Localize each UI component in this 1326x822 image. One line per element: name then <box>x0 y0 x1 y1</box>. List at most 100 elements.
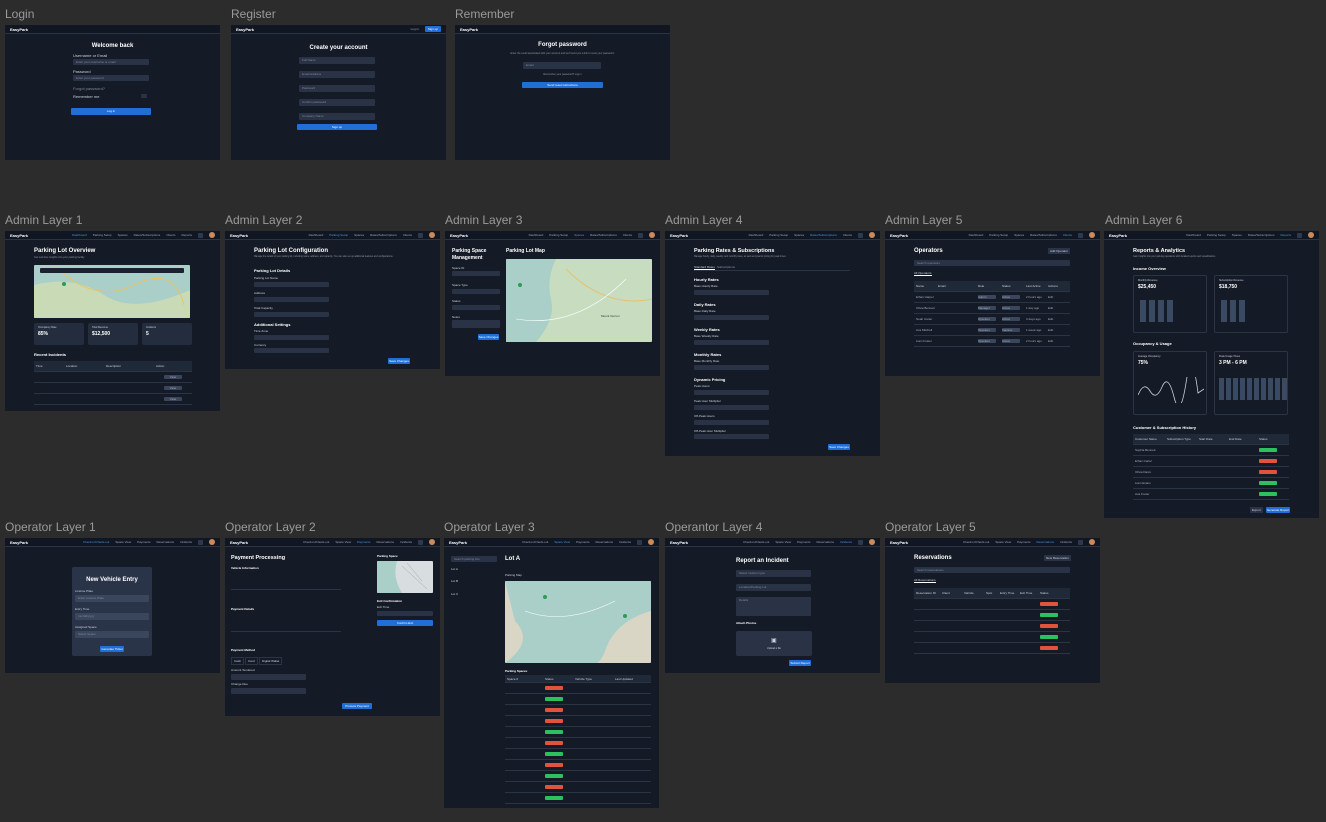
nav-clients[interactable]: Clients <box>623 233 632 237</box>
nav-payments[interactable]: Payments <box>137 540 150 544</box>
nav-parking-setup[interactable]: Parking Setup <box>989 233 1008 237</box>
nav-payments[interactable]: Payments <box>1017 540 1030 544</box>
view-button[interactable]: View <box>164 375 182 379</box>
nav-space-view[interactable]: Space View <box>554 540 570 544</box>
nav-checkin[interactable]: Check-in/Check-out <box>743 540 769 544</box>
avatar[interactable] <box>869 539 875 545</box>
nav-spaces[interactable]: Spaces <box>118 233 128 237</box>
nav-space-view[interactable]: Space View <box>775 540 791 544</box>
avatar[interactable] <box>429 539 435 545</box>
nav-reservations[interactable]: Reservations <box>156 540 174 544</box>
bell-icon[interactable] <box>198 232 203 238</box>
nav-payments[interactable]: Payments <box>357 540 370 544</box>
nav-clients[interactable]: Clients <box>403 233 412 237</box>
nav-clients[interactable]: Clients <box>843 233 852 237</box>
tab-all-reservations[interactable]: All Reservations <box>914 578 936 583</box>
reset-email-input[interactable]: Email <box>523 62 601 69</box>
save-button[interactable]: Save Changes <box>478 334 499 340</box>
entry-time-input[interactable]: mm/dd/yyyy <box>75 613 149 620</box>
bell-icon[interactable] <box>858 232 863 238</box>
avatar[interactable] <box>1089 232 1095 238</box>
nav-dashboard[interactable]: Dashboard <box>529 233 544 237</box>
bell-icon[interactable] <box>638 232 643 238</box>
lot-search-input[interactable]: Search parking lots <box>451 556 497 562</box>
bell-icon[interactable] <box>1078 232 1083 238</box>
method-cash[interactable]: Cash <box>231 657 245 665</box>
nav-checkin[interactable]: Check-in/Check-out <box>963 540 989 544</box>
map-search-input[interactable] <box>40 268 184 273</box>
nav-dashboard[interactable]: Dashboard <box>72 233 87 237</box>
nav-reports[interactable]: Reports <box>1280 233 1291 237</box>
nav-dashboard[interactable]: Dashboard <box>309 233 324 237</box>
back-to-login-link[interactable]: Remember your password? Log in <box>455 73 670 76</box>
nav-reservations[interactable]: Reservations <box>816 540 834 544</box>
bell-icon[interactable] <box>198 539 203 545</box>
nav-incidents[interactable]: Incidents <box>619 540 631 544</box>
avatar[interactable] <box>1308 232 1314 238</box>
submit-report-button[interactable]: Submit Report <box>789 660 811 666</box>
license-plate-input[interactable]: Enter License Plate <box>75 595 149 602</box>
bell-icon[interactable] <box>1297 232 1302 238</box>
process-payment-button[interactable]: Process Payment <box>342 703 372 709</box>
edit-link[interactable]: Edit <box>1048 306 1053 310</box>
exit-time-input[interactable] <box>377 611 433 616</box>
email-input[interactable]: Email Address <box>299 71 375 78</box>
avatar[interactable] <box>648 539 654 545</box>
avatar[interactable] <box>209 539 215 545</box>
nav-checkin[interactable]: Check-in/Check-out <box>522 540 548 544</box>
lot-map[interactable] <box>505 581 651 663</box>
password-input[interactable]: Password <box>299 85 375 92</box>
nav-rates[interactable]: Rates/Subscriptions <box>810 233 837 237</box>
avatar[interactable] <box>1089 539 1095 545</box>
nav-spaces[interactable]: Spaces <box>1014 233 1024 237</box>
bell-icon[interactable] <box>1078 539 1083 545</box>
bell-icon[interactable] <box>418 539 423 545</box>
signup-button[interactable]: Sign up <box>297 124 377 130</box>
space-type-select[interactable] <box>452 289 500 294</box>
bell-icon[interactable] <box>418 232 423 238</box>
nav-rates[interactable]: Rates/Subscriptions <box>370 233 397 237</box>
upload-dropzone[interactable]: ▣ Upload a file <box>736 631 812 656</box>
amount-input[interactable] <box>231 674 306 680</box>
nav-reservations[interactable]: Reservations <box>1036 540 1054 544</box>
lot-list-item[interactable]: Lot B <box>451 579 458 583</box>
hourly-rate-input[interactable] <box>694 290 769 295</box>
space-id-input[interactable] <box>452 271 500 276</box>
nav-signup-button[interactable]: Sign up <box>424 26 441 32</box>
monthly-rate-input[interactable] <box>694 365 769 370</box>
nav-parking-setup[interactable]: Parking Setup <box>1207 233 1226 237</box>
nav-space-view[interactable]: Space View <box>995 540 1011 544</box>
nav-parking-setup[interactable]: Parking Setup <box>549 233 568 237</box>
view-button[interactable]: View <box>164 397 182 401</box>
nav-space-view[interactable]: Space View <box>115 540 131 544</box>
confirm-password-input[interactable]: Confirm password <box>299 99 375 106</box>
assigned-space-select[interactable]: Select Space <box>75 631 149 638</box>
nav-payments[interactable]: Payments <box>797 540 810 544</box>
save-button[interactable]: Save Changes <box>828 444 850 450</box>
nav-rates[interactable]: Rates/Subscriptions <box>134 233 161 237</box>
nav-spaces[interactable]: Spaces <box>574 233 584 237</box>
nav-dashboard[interactable]: Dashboard <box>1186 233 1201 237</box>
search-input[interactable]: Search operators <box>914 260 1070 266</box>
method-card[interactable]: Card <box>245 657 258 665</box>
edit-link[interactable]: Edit <box>1048 317 1053 321</box>
nav-dashboard[interactable]: Dashboard <box>749 233 764 237</box>
remember-me-toggle[interactable] <box>141 94 147 98</box>
nav-parking-setup[interactable]: Parking Setup <box>769 233 788 237</box>
weekly-rate-input[interactable] <box>694 340 769 345</box>
nav-spaces[interactable]: Spaces <box>794 233 804 237</box>
nav-reports[interactable]: Reports <box>181 233 192 237</box>
capacity-input[interactable] <box>254 312 329 317</box>
nav-login-link[interactable]: Log in <box>411 27 419 31</box>
send-reset-button[interactable]: Send reset instructions <box>522 82 603 88</box>
nav-dashboard[interactable]: Dashboard <box>969 233 984 237</box>
location-select[interactable]: Location/Parking Lot <box>736 584 811 591</box>
company-input[interactable]: Company Name <box>299 113 375 120</box>
nav-spaces[interactable]: Spaces <box>354 233 364 237</box>
view-button[interactable]: View <box>164 386 182 390</box>
daily-rate-input[interactable] <box>694 315 769 320</box>
forgot-password-link[interactable]: Forgot password? <box>73 86 105 91</box>
tab-subscriptions[interactable]: Subscriptions <box>717 265 735 269</box>
offpeak-hours-input[interactable] <box>694 420 769 425</box>
new-reservation-button[interactable]: New Reservation <box>1044 555 1071 561</box>
